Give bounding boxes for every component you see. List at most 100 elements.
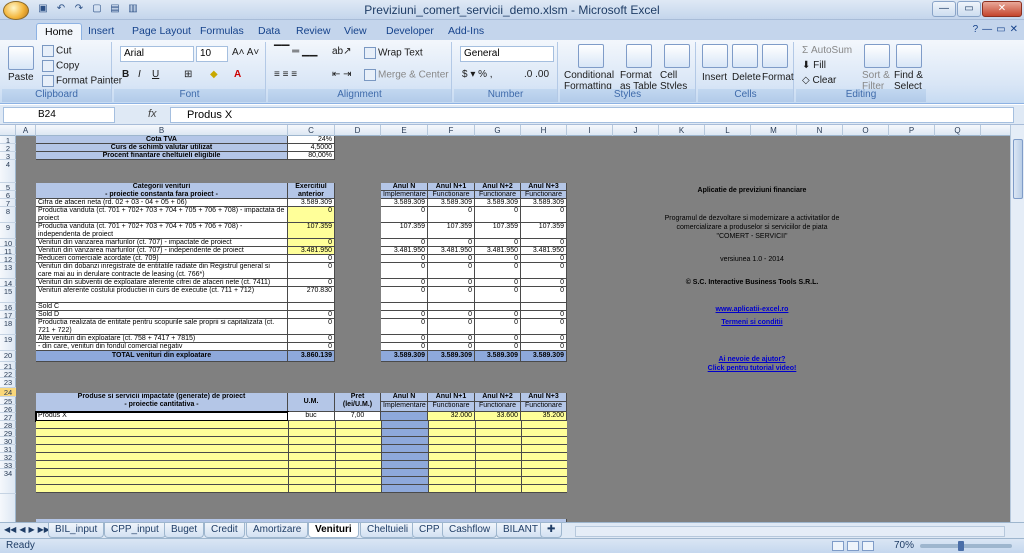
- produs-x-cell[interactable]: Produs X: [35, 411, 289, 422]
- next-sheet-icon[interactable]: ▶: [28, 525, 34, 534]
- tutorial-link[interactable]: Click pentru tutorial video!: [642, 365, 862, 372]
- number-format-select[interactable]: General: [460, 46, 554, 62]
- insert-sheet-icon[interactable]: ✚: [540, 523, 563, 538]
- row-header[interactable]: 28: [0, 421, 16, 430]
- row-header[interactable]: 9: [0, 223, 16, 239]
- normal-view-icon[interactable]: [832, 541, 844, 551]
- insert-cells-button[interactable]: Insert: [702, 72, 727, 83]
- produs-pret-cell[interactable]: 7,00: [335, 412, 381, 421]
- produs-um-cell[interactable]: buc: [288, 412, 335, 421]
- terms-link[interactable]: Termeni si conditii: [642, 319, 862, 326]
- row-header[interactable]: 18: [0, 319, 16, 335]
- borders-icon[interactable]: ⊞: [184, 69, 192, 80]
- row-header[interactable]: 25: [0, 397, 16, 406]
- col-header[interactable]: J: [613, 125, 659, 136]
- row-header[interactable]: 13: [0, 263, 16, 279]
- row-n2[interactable]: 0: [475, 343, 521, 351]
- format-painter-button[interactable]: Format Painter: [42, 75, 122, 87]
- fill-color-icon[interactable]: ◆: [210, 69, 218, 80]
- tab-insert[interactable]: Insert: [80, 23, 122, 40]
- row-n[interactable]: 3.481.950: [381, 247, 428, 255]
- align-left-icon[interactable]: ≡ ≡ ≡: [274, 69, 297, 80]
- row-header[interactable]: 12: [0, 255, 16, 264]
- row-header[interactable]: 6: [0, 191, 16, 200]
- row-n3[interactable]: 107.359: [521, 223, 567, 239]
- row-n3[interactable]: 0: [521, 335, 567, 343]
- row-prev[interactable]: 3.589.309: [288, 199, 335, 207]
- row-prev[interactable]: 0: [288, 279, 335, 287]
- tab-page-layout[interactable]: Page Layout: [124, 23, 199, 40]
- row-label[interactable]: Sold C: [36, 303, 288, 311]
- sheet-tab-bil-input[interactable]: BIL_input: [48, 523, 105, 538]
- row-n2[interactable]: 0: [475, 207, 521, 223]
- currency-icon[interactable]: $ ▾ % ,: [462, 69, 493, 80]
- first-sheet-icon[interactable]: ◀◀: [4, 525, 16, 534]
- row-header[interactable]: 21: [0, 362, 16, 371]
- row-header[interactable]: 7: [0, 199, 16, 208]
- row-n2[interactable]: 3.481.950: [475, 247, 521, 255]
- procent-finantare-value[interactable]: 80,00%: [288, 152, 335, 160]
- row-n[interactable]: 0: [381, 263, 428, 279]
- tab-review[interactable]: Review: [288, 23, 338, 40]
- row-prev[interactable]: 0: [288, 319, 335, 335]
- row-label[interactable]: Venituri aferente costului productiei in…: [36, 287, 288, 303]
- row-header[interactable]: 1: [0, 136, 16, 145]
- empty-product-rows[interactable]: [36, 421, 567, 493]
- row-header[interactable]: 22: [0, 370, 16, 379]
- worksheet-grid[interactable]: A B C D E F G H I J K L M N O P Q 1 2 3 …: [0, 125, 1024, 522]
- col-header[interactable]: P: [889, 125, 935, 136]
- cell-styles-icon[interactable]: [664, 44, 690, 68]
- row-prev[interactable]: 0: [288, 343, 335, 351]
- row-n1[interactable]: 107.359: [428, 223, 475, 239]
- top-align-icon[interactable]: ▔▔ ═ ▁▁: [274, 46, 317, 57]
- row-header[interactable]: 30: [0, 437, 16, 446]
- row-header[interactable]: 34: [0, 469, 16, 494]
- row-n[interactable]: 0: [381, 319, 428, 335]
- paste-icon[interactable]: [8, 46, 34, 70]
- row-header[interactable]: 29: [0, 429, 16, 438]
- col-header[interactable]: M: [751, 125, 797, 136]
- row-n[interactable]: [381, 303, 428, 311]
- col-header[interactable]: N: [797, 125, 843, 136]
- row-n2[interactable]: 0: [475, 335, 521, 343]
- row-n2[interactable]: 3.589.309: [475, 199, 521, 207]
- row-header[interactable]: 8: [0, 207, 16, 223]
- format-as-table-icon[interactable]: [626, 44, 652, 68]
- produs-n1-cell[interactable]: 32.000: [428, 412, 475, 421]
- tab-formulas[interactable]: Formulas: [192, 23, 252, 40]
- col-header[interactable]: B: [36, 125, 288, 136]
- row-n3[interactable]: 0: [521, 343, 567, 351]
- sheet-tab-cashflow[interactable]: Cashflow: [442, 523, 498, 538]
- delete-cells-button[interactable]: Delete: [732, 72, 761, 83]
- tab-home[interactable]: Home: [36, 23, 83, 40]
- row-n1[interactable]: 3.589.309: [428, 199, 475, 207]
- underline-icon[interactable]: U: [152, 69, 159, 80]
- row-header[interactable]: 2: [0, 144, 16, 153]
- row-header[interactable]: 14: [0, 279, 16, 288]
- row-label[interactable]: Productia vanduta (ct. 701 + 702+ 703 + …: [36, 207, 288, 223]
- row-header[interactable]: 5: [0, 183, 16, 192]
- cut-button[interactable]: Cut: [42, 45, 72, 57]
- row-n1[interactable]: 0: [428, 255, 475, 263]
- tab-view[interactable]: View: [336, 23, 375, 40]
- font-size-select[interactable]: 10: [196, 46, 228, 62]
- sort-filter-icon[interactable]: [864, 44, 890, 68]
- row-header[interactable]: 31: [0, 445, 16, 454]
- sheet-tab-credit[interactable]: Credit: [204, 523, 245, 538]
- name-box[interactable]: B24: [3, 107, 115, 123]
- row-n2[interactable]: 0: [475, 287, 521, 303]
- grow-font-icon[interactable]: A˄ A˅: [232, 47, 259, 58]
- clear-button[interactable]: ◇ Clear: [802, 75, 836, 86]
- produs-n2-cell[interactable]: 33.600: [475, 412, 521, 421]
- row-header[interactable]: 19: [0, 335, 16, 351]
- zoom-knob[interactable]: [958, 541, 964, 551]
- sheet-tab-venituri[interactable]: Venituri: [308, 523, 359, 538]
- zoom-level[interactable]: 70%: [894, 540, 914, 551]
- orientation-icon[interactable]: ab↗: [332, 46, 352, 57]
- col-header[interactable]: K: [659, 125, 705, 136]
- find-select-icon[interactable]: [896, 44, 922, 68]
- scroll-thumb[interactable]: [1013, 139, 1023, 199]
- ribbon-restore-icon[interactable]: ▭: [996, 24, 1005, 35]
- row-prev[interactable]: 0: [288, 255, 335, 263]
- row-n2[interactable]: 0: [475, 263, 521, 279]
